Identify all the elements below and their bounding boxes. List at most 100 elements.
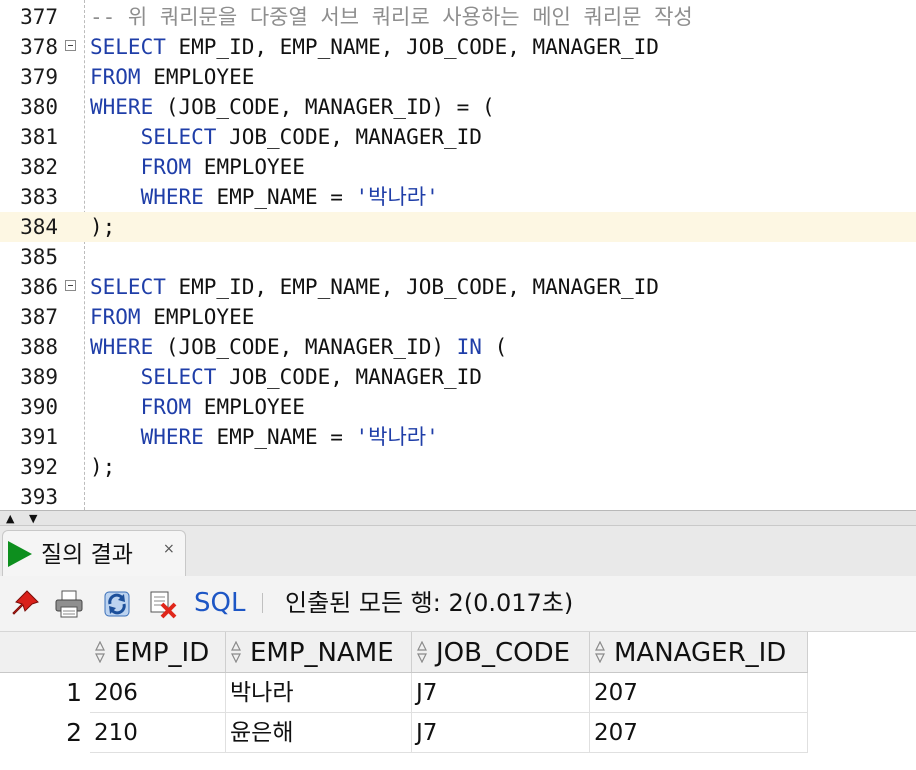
sql-token: (JOB_CODE, MANAGER_ID) = ( <box>153 95 495 119</box>
row-number: 2 <box>66 718 82 747</box>
code-text: WHERE EMP_NAME = '박나라' <box>90 422 439 452</box>
code-text: FROM EMPLOYEE <box>90 392 305 422</box>
sql-string: '박나라' <box>355 425 439 449</box>
line-number: 380 <box>20 95 58 119</box>
result-grid: EMP_ID EMP_NAME JOB_CODE MANAGER_ID 1 206 박나라… <box>0 632 916 770</box>
expand-up-icon[interactable]: ▲ <box>6 513 14 524</box>
sql-comment: -- 위 쿼리문을 다중열 서브 쿼리로 사용하는 메인 쿼리문 작성 <box>90 5 693 29</box>
sql-token: EMPLOYEE <box>140 65 255 89</box>
sql-keyword: FROM <box>90 305 141 329</box>
code-line[interactable]: 380 WHERE (JOB_CODE, MANAGER_ID) = ( <box>0 92 916 122</box>
code-text: FROM EMPLOYEE <box>90 302 254 332</box>
sort-icon[interactable] <box>231 641 241 663</box>
close-icon[interactable]: × <box>163 541 175 557</box>
fetch-status: 인출된 모든 행: 2(0.017초) <box>285 589 574 617</box>
line-number: 377 <box>20 5 58 29</box>
code-line[interactable]: 387 FROM EMPLOYEE <box>0 302 916 332</box>
line-number: 385 <box>20 245 58 269</box>
code-line[interactable]: 383 WHERE EMP_NAME = '박나라' <box>0 182 916 212</box>
clear-icon[interactable] <box>148 589 178 619</box>
code-line[interactable]: 391 WHERE EMP_NAME = '박나라' <box>0 422 916 452</box>
sql-token: ); <box>90 455 116 479</box>
table-row[interactable]: 2 210 윤은해 J7 207 <box>0 713 808 753</box>
code-line[interactable]: 390 FROM EMPLOYEE <box>0 392 916 422</box>
sql-token: EMPLOYEE <box>191 395 305 419</box>
sql-keyword: FROM <box>140 395 192 419</box>
run-triangle-icon <box>8 541 32 567</box>
sql-keyword: WHERE <box>90 95 154 119</box>
sql-link[interactable]: SQL <box>194 586 245 620</box>
code-text: FROM EMPLOYEE <box>90 62 254 92</box>
code-line[interactable]: 393 <box>0 482 916 510</box>
column-header-label: JOB_CODE <box>436 638 571 668</box>
column-header[interactable]: EMP_ID <box>90 632 226 672</box>
pin-icon[interactable] <box>10 589 40 619</box>
column-header[interactable]: JOB_CODE <box>412 632 590 672</box>
table-row[interactable]: 1 206 박나라 J7 207 <box>0 673 808 713</box>
table-cell[interactable]: 210 <box>90 713 226 753</box>
code-text: SELECT EMP_ID, EMP_NAME, JOB_CODE, MANAG… <box>90 32 659 62</box>
code-line[interactable]: 378 SELECT EMP_ID, EMP_NAME, JOB_CODE, MA… <box>0 32 916 62</box>
sort-icon[interactable] <box>595 641 605 663</box>
result-toolbar: SQL 인출된 모든 행: 2(0.017초) <box>0 576 916 632</box>
code-line[interactable]: 392); <box>0 452 916 482</box>
expand-down-icon[interactable]: ▼ <box>29 513 37 524</box>
fold-collapse-icon[interactable] <box>65 40 76 51</box>
sql-editor[interactable]: 377 -- 위 쿼리문을 다중열 서브 쿼리로 사용하는 메인 쿼리문 작성 37… <box>0 0 916 510</box>
tab-query-result[interactable]: 질의 결과 × <box>2 530 186 576</box>
refresh-icon[interactable] <box>102 589 132 619</box>
code-line[interactable]: 386 SELECT EMP_ID, EMP_NAME, JOB_CODE, MA… <box>0 272 916 302</box>
code-line[interactable]: 379 FROM EMPLOYEE <box>0 62 916 92</box>
sql-keyword: SELECT <box>140 125 217 149</box>
code-text: SELECT JOB_CODE, MANAGER_ID <box>90 362 482 392</box>
line-number: 392 <box>20 455 58 479</box>
toolbar-separator <box>262 593 263 613</box>
line-number: 383 <box>20 185 58 209</box>
sql-keyword: FROM <box>90 65 141 89</box>
table-cell[interactable]: 207 <box>590 713 808 753</box>
sort-icon[interactable] <box>95 641 105 663</box>
code-line[interactable]: 388 WHERE (JOB_CODE, MANAGER_ID) IN ( <box>0 332 916 362</box>
column-header-label: EMP_NAME <box>250 638 394 668</box>
print-icon[interactable] <box>54 589 84 619</box>
sql-keyword: SELECT <box>90 35 166 59</box>
code-line[interactable]: 382 FROM EMPLOYEE <box>0 152 916 182</box>
code-line[interactable]: 385 <box>0 242 916 272</box>
sort-icon[interactable] <box>417 641 427 663</box>
sql-keyword: IN <box>456 335 482 359</box>
code-text: WHERE (JOB_CODE, MANAGER_ID) = ( <box>90 92 495 122</box>
sql-token: EMP_ID, EMP_NAME, JOB_CODE, MANAGER_ID <box>165 275 659 299</box>
panel-splitter[interactable]: ▲ ▼ <box>0 510 916 526</box>
table-cell[interactable]: 206 <box>90 673 226 713</box>
column-header[interactable]: EMP_NAME <box>226 632 412 672</box>
column-header[interactable]: MANAGER_ID <box>590 632 808 672</box>
line-number: 381 <box>20 125 58 149</box>
code-line[interactable]: 377 -- 위 쿼리문을 다중열 서브 쿼리로 사용하는 메인 쿼리문 작성 <box>0 2 916 32</box>
code-text: WHERE EMP_NAME = '박나라' <box>90 182 439 212</box>
sql-token: EMPLOYEE <box>140 305 255 329</box>
table-cell[interactable]: 박나라 <box>226 673 412 713</box>
sql-keyword: WHERE <box>140 425 204 449</box>
sql-token: EMPLOYEE <box>191 155 305 179</box>
row-number: 1 <box>66 678 82 707</box>
grid-header: EMP_ID EMP_NAME JOB_CODE MANAGER_ID <box>0 632 808 673</box>
code-line[interactable]: 389 SELECT JOB_CODE, MANAGER_ID <box>0 362 916 392</box>
code-text: FROM EMPLOYEE <box>90 152 305 182</box>
sql-keyword: FROM <box>140 155 192 179</box>
line-number: 393 <box>20 485 58 509</box>
line-number: 386 <box>20 275 58 299</box>
sql-token: EMP_NAME = <box>203 185 356 209</box>
table-cell[interactable]: 207 <box>590 673 808 713</box>
sql-token: EMP_ID, EMP_NAME, JOB_CODE, MANAGER_ID <box>165 35 659 59</box>
sql-keyword: WHERE <box>140 185 204 209</box>
sql-token: ); <box>90 215 116 239</box>
fold-collapse-icon[interactable] <box>65 280 76 291</box>
code-line[interactable]: 381 SELECT JOB_CODE, MANAGER_ID <box>0 122 916 152</box>
table-cell[interactable]: J7 <box>412 673 590 713</box>
sql-string: '박나라' <box>355 185 439 209</box>
table-cell[interactable]: J7 <box>412 713 590 753</box>
code-line[interactable]: 384); <box>0 212 916 242</box>
line-number: 388 <box>20 335 58 359</box>
table-cell[interactable]: 윤은해 <box>226 713 412 753</box>
result-tab-bar: 질의 결과 × <box>0 526 916 576</box>
